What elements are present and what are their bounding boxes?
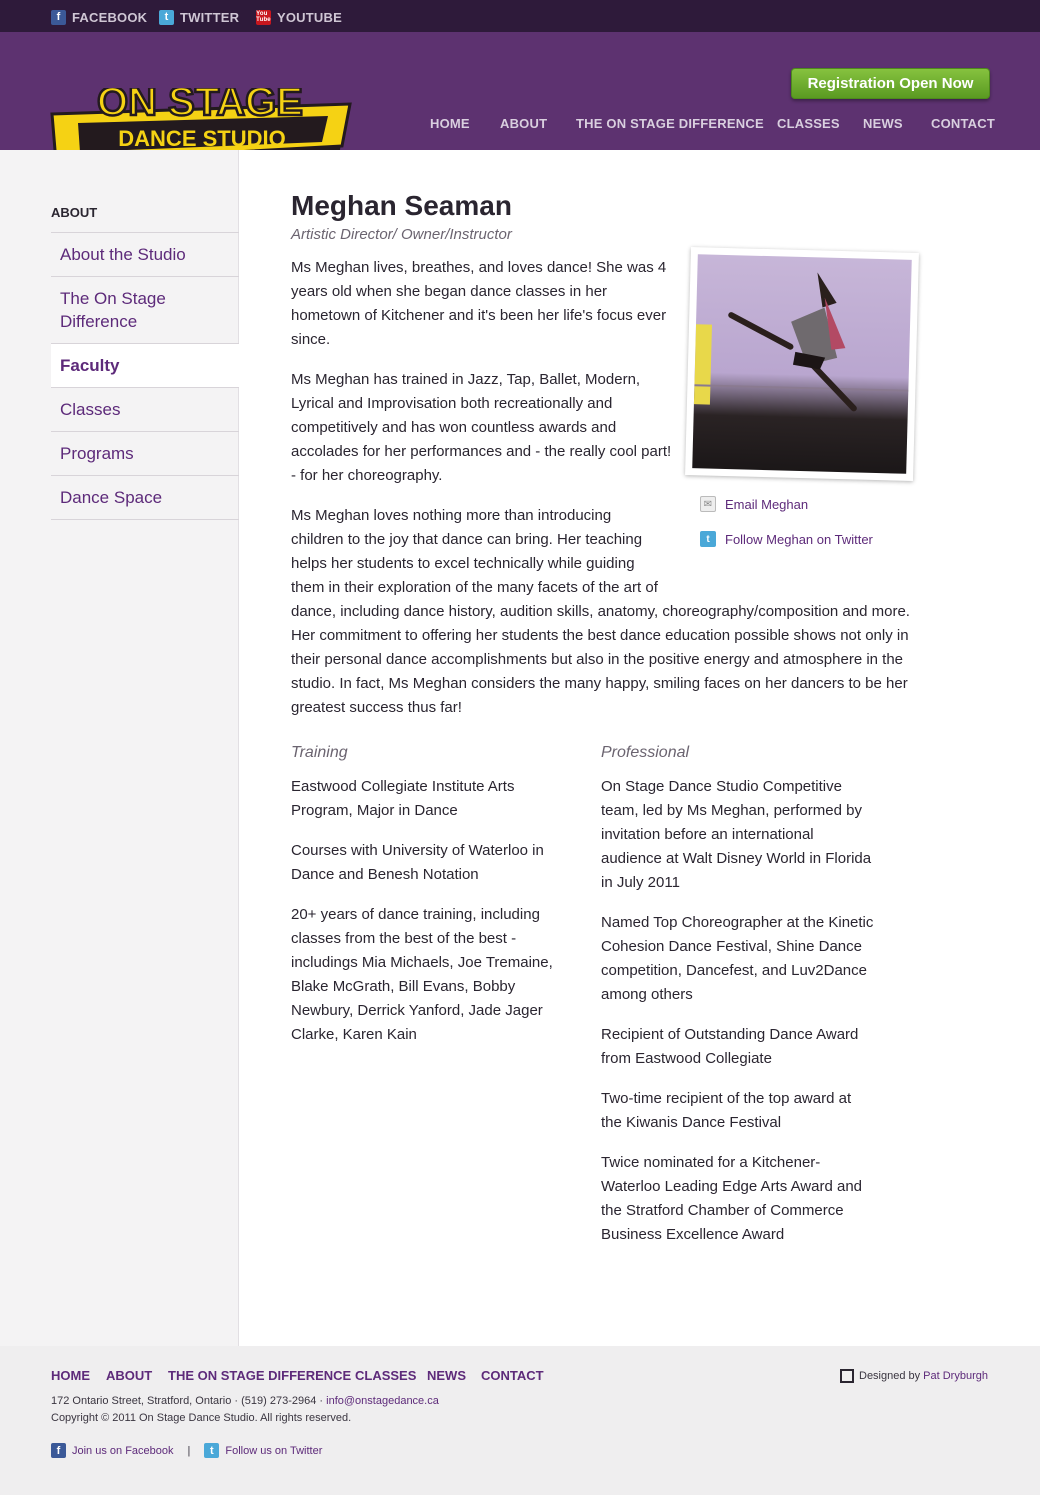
footer-twitter-link[interactable]: Follow us on Twitter bbox=[225, 1445, 322, 1457]
nav-classes[interactable]: CLASSES bbox=[777, 116, 840, 134]
twitter-icon: t bbox=[159, 9, 174, 25]
twitter-icon: t bbox=[204, 1443, 220, 1458]
training-item: Eastwood Collegiate Institute Arts Progr… bbox=[291, 778, 515, 819]
professional-title: Professional bbox=[601, 744, 690, 761]
twitter-meghan-label: Follow Meghan on Twitter bbox=[725, 531, 873, 547]
footer-facebook-link[interactable]: Join us on Facebook bbox=[72, 1445, 174, 1457]
facebook-icon: f bbox=[51, 1443, 66, 1458]
envelope-icon: ✉ bbox=[700, 496, 716, 512]
footer-nav-home[interactable]: HOME bbox=[51, 1368, 90, 1383]
footer-email-link[interactable]: info@onstagedance.ca bbox=[326, 1395, 439, 1407]
email-meghan-label: Email Meghan bbox=[725, 496, 809, 512]
sidebar-item-difference[interactable]: The On Stage Difference bbox=[51, 277, 239, 344]
registration-button[interactable]: Registration Open Now bbox=[791, 68, 990, 99]
facebook-label: FACEBOOK bbox=[72, 9, 148, 25]
sidebar-item-faculty[interactable]: Faculty bbox=[51, 344, 239, 388]
designed-by-label: Designed by bbox=[859, 1370, 921, 1382]
sidebar-item-dance-space[interactable]: Dance Space bbox=[51, 476, 239, 520]
facebook-link[interactable]: f FACEBOOK bbox=[51, 9, 147, 25]
email-meghan-link[interactable]: ✉ Email Meghan bbox=[700, 496, 808, 512]
twitter-label: TWITTER bbox=[180, 9, 240, 25]
professional-item: On Stage Dance Studio Competitive team, … bbox=[601, 778, 872, 891]
nav-difference[interactable]: THE ON STAGE DIFFERENCE bbox=[576, 116, 764, 134]
twitter-meghan-link[interactable]: t Follow Meghan on Twitter bbox=[700, 531, 873, 547]
sidebar-nav: About the Studio The On Stage Difference… bbox=[51, 232, 239, 520]
social-bar: f FACEBOOK t TWITTER You Tube YOUTUBE bbox=[0, 0, 1040, 32]
professional-item: Two-time recipient of the top award at t… bbox=[601, 1090, 852, 1131]
dancer-image bbox=[692, 254, 912, 474]
logo-line1: ON STAGE bbox=[97, 88, 303, 124]
youtube-link[interactable]: You Tube YOUTUBE bbox=[256, 9, 342, 25]
nav-contact[interactable]: CONTACT bbox=[931, 116, 995, 134]
footer-address-line: 172 Ontario Street, Stratford, Ontario ·… bbox=[51, 1395, 439, 1407]
professional-item: Recipient of Outstanding Dance Award fro… bbox=[601, 1026, 859, 1067]
training-item: 20+ years of dance training, including c… bbox=[291, 906, 553, 1043]
bio-paragraph-2: Ms Meghan has trained in Jazz, Tap, Ball… bbox=[291, 371, 672, 484]
designer-credit: Designed by Pat Dryburgh bbox=[840, 1369, 988, 1383]
profile-role: Artistic Director/ Owner/Instructor bbox=[291, 226, 512, 243]
logo-line2: DANCE STUDIO bbox=[118, 126, 285, 151]
designer-logo-icon bbox=[840, 1369, 854, 1383]
designer-link[interactable]: Pat Dryburgh bbox=[923, 1370, 988, 1382]
sidebar-item-classes[interactable]: Classes bbox=[51, 388, 239, 432]
nav-news[interactable]: NEWS bbox=[863, 116, 903, 134]
footer-social: f Join us on Facebook | t Follow us on T… bbox=[51, 1443, 322, 1458]
nav-home[interactable]: HOME bbox=[430, 116, 470, 134]
sidebar-heading: ABOUT bbox=[51, 205, 98, 220]
sidebar-item-about-studio[interactable]: About the Studio bbox=[51, 233, 239, 277]
youtube-icon: You Tube bbox=[256, 9, 271, 25]
footer-nav-classes[interactable]: CLASSES bbox=[355, 1368, 416, 1383]
youtube-label: YOUTUBE bbox=[277, 9, 342, 25]
footer-nav-contact[interactable]: CONTACT bbox=[481, 1368, 544, 1383]
training-title: Training bbox=[291, 744, 348, 761]
facebook-icon: f bbox=[51, 9, 66, 25]
footer-address: 172 Ontario Street, Stratford, Ontario ·… bbox=[51, 1395, 324, 1407]
bio-paragraph-1: Ms Meghan lives, breathes, and loves dan… bbox=[291, 259, 667, 348]
footer-copyright: Copyright © 2011 On Stage Dance Studio. … bbox=[51, 1412, 352, 1424]
footer-separator: | bbox=[187, 1444, 191, 1457]
page-title: Meghan Seaman bbox=[291, 190, 512, 221]
sidebar-item-programs[interactable]: Programs bbox=[51, 432, 239, 476]
nav-about[interactable]: ABOUT bbox=[500, 116, 547, 134]
training-item: Courses with University of Waterloo in D… bbox=[291, 842, 544, 883]
professional-item: Named Top Choreographer at the Kinetic C… bbox=[601, 914, 874, 1003]
twitter-link[interactable]: t TWITTER bbox=[159, 9, 239, 25]
footer-nav-about[interactable]: ABOUT bbox=[106, 1368, 152, 1383]
professional-item: Twice nominated for a Kitchener-Waterloo… bbox=[601, 1154, 863, 1243]
profile-photo bbox=[685, 247, 919, 481]
footer-nav-difference[interactable]: THE ON STAGE DIFFERENCE bbox=[168, 1368, 351, 1383]
twitter-icon: t bbox=[700, 531, 716, 547]
footer-nav-news[interactable]: NEWS bbox=[427, 1368, 466, 1383]
